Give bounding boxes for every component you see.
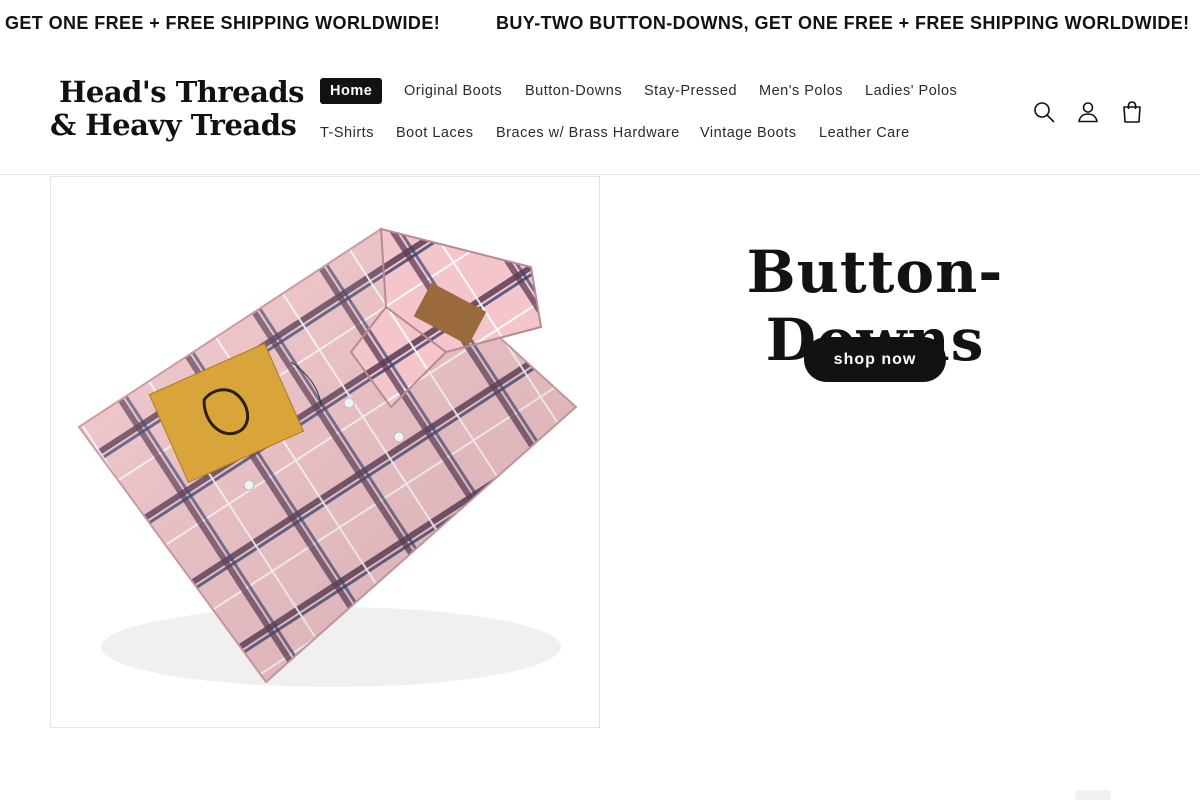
nav-item-braces[interactable]: Braces w/ Brass Hardware xyxy=(496,120,680,146)
nav-item-button-downs[interactable]: Button-Downs xyxy=(525,78,622,104)
logo-line: & Heavy Treads xyxy=(50,108,297,142)
shirt-illustration xyxy=(77,227,578,687)
nav-item-leather-care[interactable]: Leather Care xyxy=(819,120,910,146)
logo-line: Head's Threads xyxy=(59,75,305,109)
announcement-message: GET ONE FREE + FREE SHIPPING WORLDWIDE! xyxy=(5,13,441,33)
shop-now-button[interactable]: shop now xyxy=(804,337,946,382)
nav-item-ladies-polos[interactable]: Ladies' Polos xyxy=(865,78,957,104)
nav-item-home[interactable]: Home xyxy=(320,78,383,104)
nav-item-stay-pressed[interactable]: Stay-Pressed xyxy=(644,78,737,104)
nav-item-original-boots[interactable]: Original Boots xyxy=(404,78,502,104)
site-header: Head's Threads & Heavy Treads Home Origi… xyxy=(0,48,1200,175)
nav-item-t-shirts[interactable]: T-Shirts xyxy=(320,120,374,146)
nav-item-mens-polos[interactable]: Men's Polos xyxy=(759,78,843,104)
product-image[interactable] xyxy=(50,176,600,728)
corner-widget xyxy=(1075,790,1111,800)
nav-item-vintage-boots[interactable]: Vintage Boots xyxy=(700,120,797,146)
site-logo[interactable]: Head's Threads & Heavy Treads xyxy=(50,75,305,148)
nav-item-boot-laces[interactable]: Boot Laces xyxy=(396,120,474,146)
announcement-message: BUY-TWO BUTTON-DOWNS, GET ONE FREE + FRE… xyxy=(496,13,1190,33)
search-icon[interactable] xyxy=(1032,100,1056,124)
cart-icon[interactable] xyxy=(1120,100,1144,124)
announcement-bar: GET ONE FREE + FREE SHIPPING WORLDWIDE! … xyxy=(0,0,1200,48)
account-icon[interactable] xyxy=(1076,100,1100,124)
